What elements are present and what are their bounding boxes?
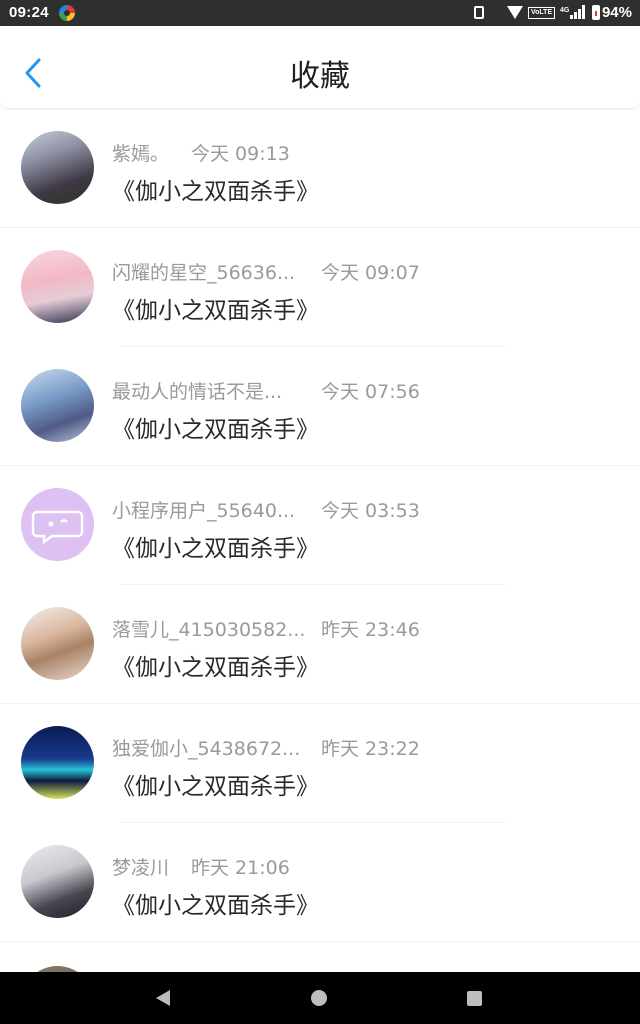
- avatar[interactable]: [21, 369, 94, 442]
- list-item[interactable]: 小程序用户_55640... 今天 03:53 《伽小之双面杀手》: [0, 466, 640, 585]
- favorites-list: 紫嫣。 今天 09:13 《伽小之双面杀手》 闪耀的星空_56636... 今天…: [0, 109, 640, 942]
- timestamp: 昨天 23:46: [321, 619, 420, 641]
- status-bar: 09:24 VoLTE 4G 94%: [0, 0, 640, 26]
- chat-bubble-icon: [31, 510, 84, 545]
- avatar[interactable]: [21, 607, 94, 680]
- item-meta: 落雪儿_415030582... 昨天 23:46: [112, 615, 420, 642]
- nav-back-icon[interactable]: [156, 990, 170, 1006]
- divider: [0, 941, 640, 942]
- avatar[interactable]: [21, 131, 94, 204]
- avatar[interactable]: [21, 250, 94, 323]
- username: 落雪儿_415030582...: [112, 619, 306, 641]
- book-title[interactable]: 《伽小之双面杀手》: [112, 172, 319, 206]
- username: 独爱伽小_5438672...: [112, 738, 301, 760]
- list-item[interactable]: 闪耀的星空_56636... 今天 09:07 《伽小之双面杀手》: [0, 228, 640, 347]
- book-title[interactable]: 《伽小之双面杀手》: [112, 291, 319, 325]
- timestamp: 昨天 21:06: [191, 857, 290, 879]
- list-item[interactable]: 落雪儿_415030582... 昨天 23:46 《伽小之双面杀手》: [0, 585, 640, 704]
- username: 闪耀的星空_56636...: [112, 262, 296, 284]
- item-meta: 梦凌川 昨天 21:06: [112, 853, 290, 880]
- item-meta: 独爱伽小_5438672... 昨天 23:22: [112, 734, 420, 761]
- timestamp: 今天 09:13: [191, 143, 290, 165]
- signal-icon: [570, 5, 586, 19]
- system-nav-bar: [0, 972, 640, 1024]
- item-meta: 紫嫣。 今天 09:13: [112, 139, 290, 166]
- timestamp: 今天 07:56: [321, 381, 420, 403]
- book-title[interactable]: 《伽小之双面杀手》: [112, 886, 319, 920]
- list-item[interactable]: 独爱伽小_5438672... 昨天 23:22 《伽小之双面杀手》: [0, 704, 640, 823]
- header: 收藏: [0, 26, 640, 109]
- list-item[interactable]: 梦凌川 昨天 21:06 《伽小之双面杀手》: [0, 823, 640, 942]
- item-meta: 最动人的情话不是... 今天 07:56: [112, 377, 420, 404]
- book-title[interactable]: 《伽小之双面杀手》: [112, 529, 319, 563]
- avatar[interactable]: [21, 726, 94, 799]
- book-title[interactable]: 《伽小之双面杀手》: [112, 767, 319, 801]
- avatar[interactable]: [21, 488, 94, 561]
- book-title[interactable]: 《伽小之双面杀手》: [112, 410, 319, 444]
- volte-badge: VoLTE: [528, 7, 556, 19]
- page-title: 收藏: [290, 59, 350, 94]
- battery-icon: [592, 5, 600, 20]
- username: 小程序用户_55640...: [112, 500, 296, 522]
- list-item[interactable]: 紫嫣。 今天 09:13 《伽小之双面杀手》: [0, 109, 640, 228]
- list-item[interactable]: 最动人的情话不是... 今天 07:56 《伽小之双面杀手》: [0, 347, 640, 466]
- wifi-icon: [507, 6, 523, 19]
- book-title[interactable]: 《伽小之双面杀手》: [112, 648, 319, 682]
- timestamp: 昨天 23:22: [321, 738, 420, 760]
- item-meta: 小程序用户_55640... 今天 03:53: [112, 496, 420, 523]
- vibrate-icon: [474, 6, 484, 19]
- timestamp: 今天 03:53: [321, 500, 420, 522]
- battery-level: 94%: [601, 4, 632, 21]
- status-time: 09:24: [9, 4, 49, 21]
- timestamp: 今天 09:07: [321, 262, 420, 284]
- app-notification-icon: [59, 5, 75, 21]
- username: 最动人的情话不是...: [112, 381, 283, 403]
- username: 梦凌川: [112, 857, 170, 879]
- item-meta: 闪耀的星空_56636... 今天 09:07: [112, 258, 420, 285]
- nav-home-icon[interactable]: [311, 990, 327, 1006]
- username: 紫嫣。: [112, 143, 170, 165]
- nav-recent-apps-icon[interactable]: [467, 991, 482, 1006]
- avatar[interactable]: [21, 845, 94, 918]
- network-type-label: 4G: [560, 7, 570, 14]
